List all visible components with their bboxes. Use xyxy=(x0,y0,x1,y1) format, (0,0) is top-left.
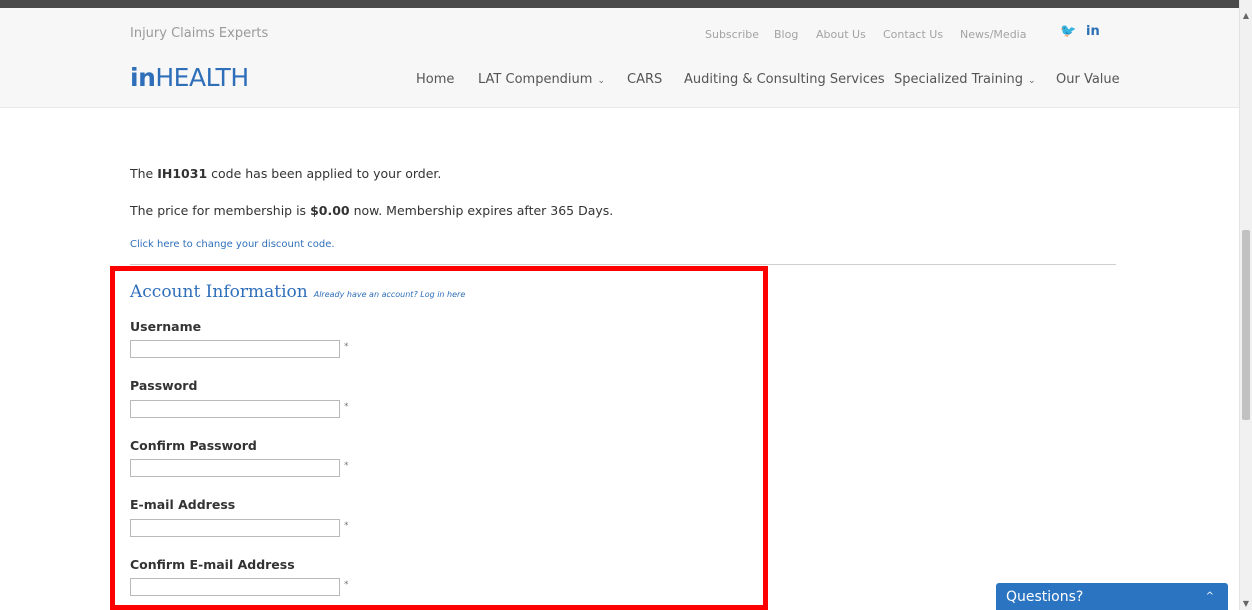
about-us-link[interactable]: About Us xyxy=(816,28,866,41)
membership-price: $0.00 xyxy=(310,203,350,218)
confirm-email-label: Confirm E-mail Address xyxy=(130,557,295,572)
discount-code: IH1031 xyxy=(157,166,208,181)
utility-bar: Injury Claims Experts Subscribe Blog Abo… xyxy=(0,8,1240,60)
questions-label: Questions? xyxy=(1006,589,1084,605)
password-label: Password xyxy=(130,378,198,393)
nav-item-auditing-consulting[interactable]: Auditing & Consulting Services xyxy=(684,72,885,87)
contact-us-link[interactable]: Contact Us xyxy=(883,28,943,41)
membership-price-message: The price for membership is $0.00 now. M… xyxy=(130,203,613,218)
nav-label: CARS xyxy=(627,72,663,87)
required-marker: * xyxy=(344,461,349,471)
confirm-email-field[interactable] xyxy=(130,578,340,596)
msg-text: code has been applied to your order. xyxy=(207,166,442,181)
chevron-down-icon: ⌄ xyxy=(1027,76,1036,86)
nav-label: Home xyxy=(416,72,455,87)
main-navigation: inHEALTH Home LAT Compendium ⌄ CARS Audit… xyxy=(0,60,1240,108)
username-field[interactable] xyxy=(130,340,340,358)
subscribe-link[interactable]: Subscribe xyxy=(705,28,759,41)
account-information-heading: Account Information Already have an accou… xyxy=(130,282,465,302)
confirm-password-label: Confirm Password xyxy=(130,438,257,453)
nav-label: Our Value xyxy=(1056,72,1120,87)
blog-link[interactable]: Blog xyxy=(774,28,798,41)
news-media-link[interactable]: News/Media xyxy=(960,28,1026,41)
section-divider xyxy=(130,264,1116,265)
window-top-strip xyxy=(0,0,1240,8)
required-marker: * xyxy=(344,342,349,352)
login-link[interactable]: Already have an account? Log in here xyxy=(314,290,466,299)
nav-label: LAT Compendium xyxy=(478,72,593,87)
required-marker: * xyxy=(344,402,349,412)
required-marker: * xyxy=(344,580,349,590)
inhealth-logo[interactable]: inHEALTH xyxy=(130,63,249,92)
code-applied-message: The IH1031 code has been applied to your… xyxy=(130,166,441,181)
nav-label: Specialized Training xyxy=(894,72,1023,87)
nav-item-home[interactable]: Home xyxy=(416,72,454,87)
msg-text: The xyxy=(130,166,158,181)
page-scrollbar[interactable]: ▲ ▼ xyxy=(1239,0,1252,610)
required-marker: * xyxy=(344,521,349,531)
username-label: Username xyxy=(130,319,202,334)
chevron-down-icon: ⌄ xyxy=(597,76,605,86)
msg-text: now. Membership expires after 365 Days. xyxy=(349,203,614,218)
change-discount-code-link[interactable]: Click here to change your discount code. xyxy=(130,239,335,250)
confirm-password-field[interactable] xyxy=(130,459,340,477)
nav-item-specialized-training[interactable]: Specialized Training ⌄ xyxy=(894,72,1036,87)
logo-bold-text: in xyxy=(130,63,156,92)
site-tagline: Injury Claims Experts xyxy=(130,26,269,41)
scroll-up-arrow-icon[interactable]: ▲ xyxy=(1240,10,1252,22)
chevron-up-icon[interactable]: ^ xyxy=(1206,591,1214,602)
nav-label: Auditing & Consulting Services xyxy=(684,72,885,87)
questions-chat-widget[interactable]: Questions? ^ xyxy=(996,583,1228,610)
email-field[interactable] xyxy=(130,519,340,537)
linkedin-icon[interactable]: in xyxy=(1086,24,1100,39)
logo-rest-text: HEALTH xyxy=(155,63,249,92)
email-label: E-mail Address xyxy=(130,497,236,512)
scroll-down-arrow-icon[interactable]: ▼ xyxy=(1240,598,1252,610)
scrollbar-thumb[interactable] xyxy=(1242,230,1250,420)
section-title: Account Information xyxy=(130,282,308,302)
twitter-icon[interactable]: 🐦 xyxy=(1060,24,1076,39)
password-field[interactable] xyxy=(130,400,340,418)
nav-item-lat-compendium[interactable]: LAT Compendium ⌄ xyxy=(478,72,605,87)
msg-text: The price for membership is xyxy=(130,203,311,218)
nav-item-our-value[interactable]: Our Value xyxy=(1056,72,1120,87)
nav-item-cars[interactable]: CARS xyxy=(627,72,662,87)
